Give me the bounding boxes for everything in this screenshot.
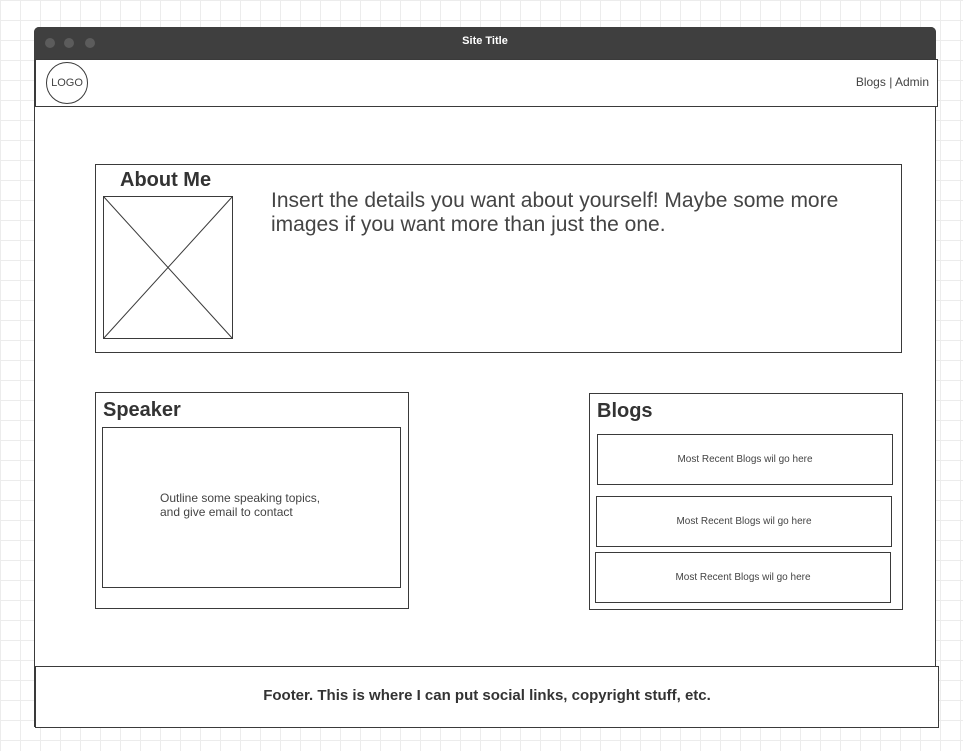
nav-link-admin[interactable]: Admin [895,75,929,89]
speaker-title: Speaker [103,399,181,421]
blog-item[interactable]: Most Recent Blogs wil go here [596,496,892,547]
blogs-title: Blogs [597,400,653,422]
logo[interactable]: LOGO [46,62,88,104]
footer: Footer. This is where I can put social l… [35,666,939,728]
speaker-text: Outline some speaking topics, and give e… [160,491,380,519]
browser-window: Site Title [34,27,936,727]
blogs-section: Blogs Most Recent Blogs wil go here Most… [589,393,903,610]
about-title: About Me [120,169,212,191]
blog-item[interactable]: Most Recent Blogs wil go here [595,552,891,603]
window-titlebar: Site Title [34,27,936,60]
speaker-text-line: and give email to contact [160,505,293,519]
nav-links: Blogs | Admin [856,75,929,89]
site-title: Site Title [462,35,508,47]
nav-separator: | [889,75,893,89]
speaker-text-line: Outline some speaking topics, [160,491,321,505]
speaker-section: Speaker Outline some speaking topics, an… [95,392,409,609]
navbar: LOGO Blogs | Admin [35,59,938,107]
about-text: Insert the details you want about yourse… [271,189,839,236]
nav-link-blogs[interactable]: Blogs [856,75,886,89]
speaker-content-box: Outline some speaking topics, and give e… [102,427,401,588]
blog-item[interactable]: Most Recent Blogs wil go here [597,434,893,485]
image-placeholder-icon [103,196,233,339]
about-section: About Me Insert the details you want abo… [95,164,902,353]
